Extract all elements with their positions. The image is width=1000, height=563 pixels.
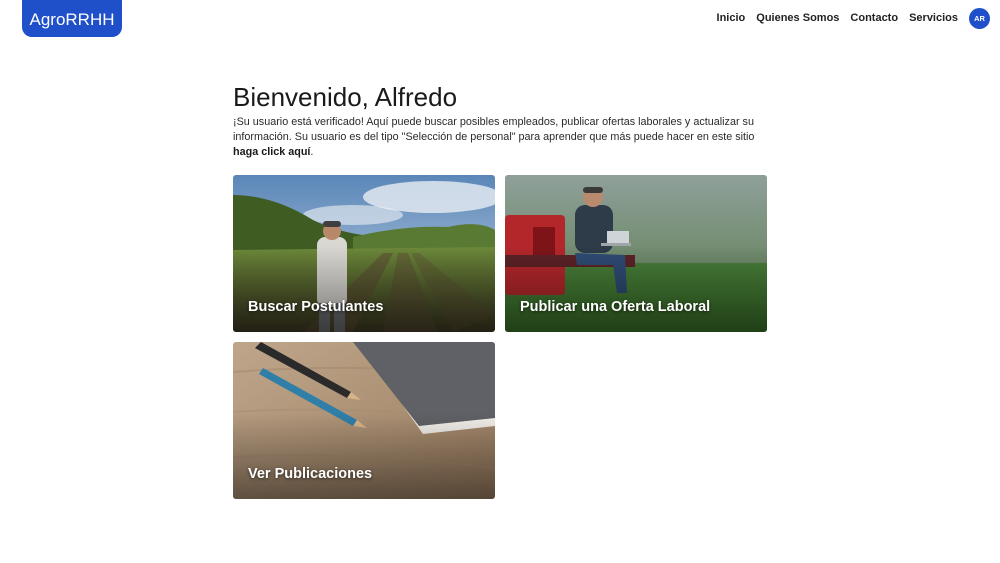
nav-quienes-somos[interactable]: Quienes Somos <box>756 12 839 24</box>
card-title: Publicar una Oferta Laboral <box>520 299 711 315</box>
card-title: Buscar Postulantes <box>248 299 384 315</box>
nav-contacto[interactable]: Contacto <box>850 12 898 24</box>
intro-paragraph: ¡Su usuario está verificado! Aquí puede … <box>233 115 767 160</box>
action-cards: Buscar Postulantes Publicar una Oferta L… <box>233 175 767 499</box>
page-title: Bienvenido, Alfredo <box>233 82 458 112</box>
nav-servicios[interactable]: Servicios <box>909 12 958 24</box>
card-publicar-oferta[interactable]: Publicar una Oferta Laboral <box>505 175 767 332</box>
welcome-section: Bienvenido, Alfredo ¡Su usuario está ver… <box>233 82 767 160</box>
card-ver-publicaciones[interactable]: Ver Publicaciones <box>233 342 495 499</box>
top-nav: Inicio Quienes Somos Contacto Servicios … <box>717 7 990 29</box>
logo[interactable]: AgroRRHH <box>22 0 122 37</box>
card-title: Ver Publicaciones <box>248 466 373 482</box>
nav-inicio[interactable]: Inicio <box>717 12 746 24</box>
user-avatar[interactable]: AR <box>969 7 990 29</box>
intro-text: ¡Su usuario está verificado! Aquí puede … <box>233 116 755 143</box>
help-link[interactable]: haga click aquí <box>233 146 310 158</box>
card-buscar-postulantes[interactable]: Buscar Postulantes <box>233 175 495 332</box>
intro-end: . <box>310 146 314 158</box>
